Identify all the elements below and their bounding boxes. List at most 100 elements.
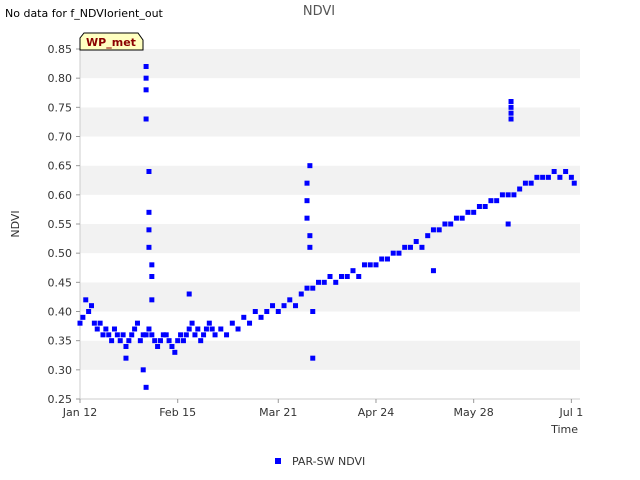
- data-point: [390, 250, 396, 256]
- data-point: [293, 303, 299, 309]
- data-point: [379, 256, 385, 262]
- badge-label: WP_met: [86, 36, 136, 49]
- data-point: [91, 320, 97, 326]
- data-point: [287, 297, 293, 303]
- y-tick-label: 0.65: [48, 160, 73, 173]
- data-point: [396, 250, 402, 256]
- data-point: [218, 326, 224, 332]
- data-point: [264, 309, 270, 314]
- data-point: [198, 338, 204, 344]
- x-tick-label: Mar 21: [259, 406, 297, 419]
- data-point: [430, 227, 436, 233]
- data-point: [166, 338, 172, 344]
- data-point: [448, 221, 454, 227]
- data-point: [146, 326, 152, 332]
- data-point: [149, 332, 155, 338]
- data-point: [499, 192, 505, 198]
- data-point: [508, 116, 514, 122]
- data-point: [149, 274, 155, 279]
- data-point: [571, 180, 577, 186]
- data-point: [528, 180, 534, 186]
- data-point: [229, 320, 235, 326]
- data-point: [367, 262, 373, 268]
- data-point: [494, 198, 500, 204]
- data-point: [568, 174, 574, 180]
- data-point: [304, 198, 310, 204]
- y-tick-label: 0.80: [48, 72, 73, 85]
- grid-band: [80, 369, 580, 399]
- y-tick-label: 0.85: [48, 43, 73, 56]
- data-point: [123, 344, 129, 349]
- data-point: [307, 163, 313, 169]
- data-point: [129, 332, 135, 338]
- data-point: [195, 326, 201, 332]
- data-point: [350, 268, 356, 274]
- x-tick-label: Jan 12: [62, 406, 97, 419]
- data-point: [270, 303, 276, 309]
- data-point: [471, 209, 477, 215]
- grid-band: [80, 165, 580, 195]
- data-point: [209, 326, 215, 332]
- data-point: [149, 262, 155, 268]
- data-point: [563, 169, 569, 174]
- data-point: [146, 209, 152, 215]
- data-point: [344, 274, 350, 279]
- data-point: [175, 338, 181, 344]
- data-point: [413, 239, 419, 244]
- x-tick-label: Jul 1: [558, 406, 583, 419]
- data-point: [508, 104, 514, 110]
- grid-band: [80, 224, 580, 254]
- data-point: [103, 326, 109, 332]
- data-point: [155, 344, 161, 349]
- data-point: [338, 274, 344, 279]
- data-point: [307, 233, 313, 239]
- data-point: [86, 309, 92, 314]
- data-point: [143, 332, 149, 338]
- data-point: [134, 320, 140, 326]
- data-point: [117, 338, 123, 344]
- grid-band: [80, 340, 580, 370]
- data-point: [137, 338, 143, 344]
- data-point: [143, 64, 149, 69]
- data-point: [152, 338, 158, 344]
- data-point: [425, 233, 431, 239]
- data-point: [522, 180, 528, 186]
- ndvi-scatter-chart: 0.25 0.30 0.35 0.40 0.45 0.50 0.55 0.60 0.65 0.70…: [9, 4, 583, 468]
- data-point: [476, 204, 482, 209]
- data-point: [488, 198, 494, 204]
- data-point: [143, 75, 149, 81]
- data-point: [235, 326, 241, 332]
- data-point: [252, 309, 258, 314]
- data-point: [316, 279, 322, 285]
- x-tick-label: Feb 15: [159, 406, 196, 419]
- data-point: [307, 244, 313, 250]
- data-point: [545, 174, 551, 180]
- grid-bands: [80, 49, 580, 399]
- grid-band: [80, 194, 580, 224]
- y-tick-label: 0.50: [48, 247, 73, 260]
- data-point: [505, 192, 511, 198]
- data-point: [146, 169, 152, 174]
- data-point: [241, 314, 247, 320]
- data-point: [83, 297, 89, 303]
- data-point: [140, 367, 146, 373]
- data-point: [172, 349, 178, 355]
- data-point: [453, 215, 459, 221]
- y-tick-label: 0.70: [48, 131, 73, 144]
- data-point: [356, 274, 362, 279]
- data-point: [304, 285, 310, 291]
- legend: PAR-SW NDVI: [275, 455, 365, 468]
- data-point: [123, 355, 129, 361]
- data-point: [143, 116, 149, 122]
- data-point: [88, 303, 94, 309]
- legend-label: PAR-SW NDVI: [292, 455, 365, 468]
- data-point: [310, 309, 316, 314]
- chart-title: NDVI: [303, 4, 335, 19]
- data-point: [169, 344, 175, 349]
- data-point: [186, 291, 192, 297]
- data-point: [149, 297, 155, 303]
- data-point: [465, 209, 471, 215]
- data-point: [508, 110, 514, 116]
- data-point: [384, 256, 390, 262]
- data-point: [201, 332, 207, 338]
